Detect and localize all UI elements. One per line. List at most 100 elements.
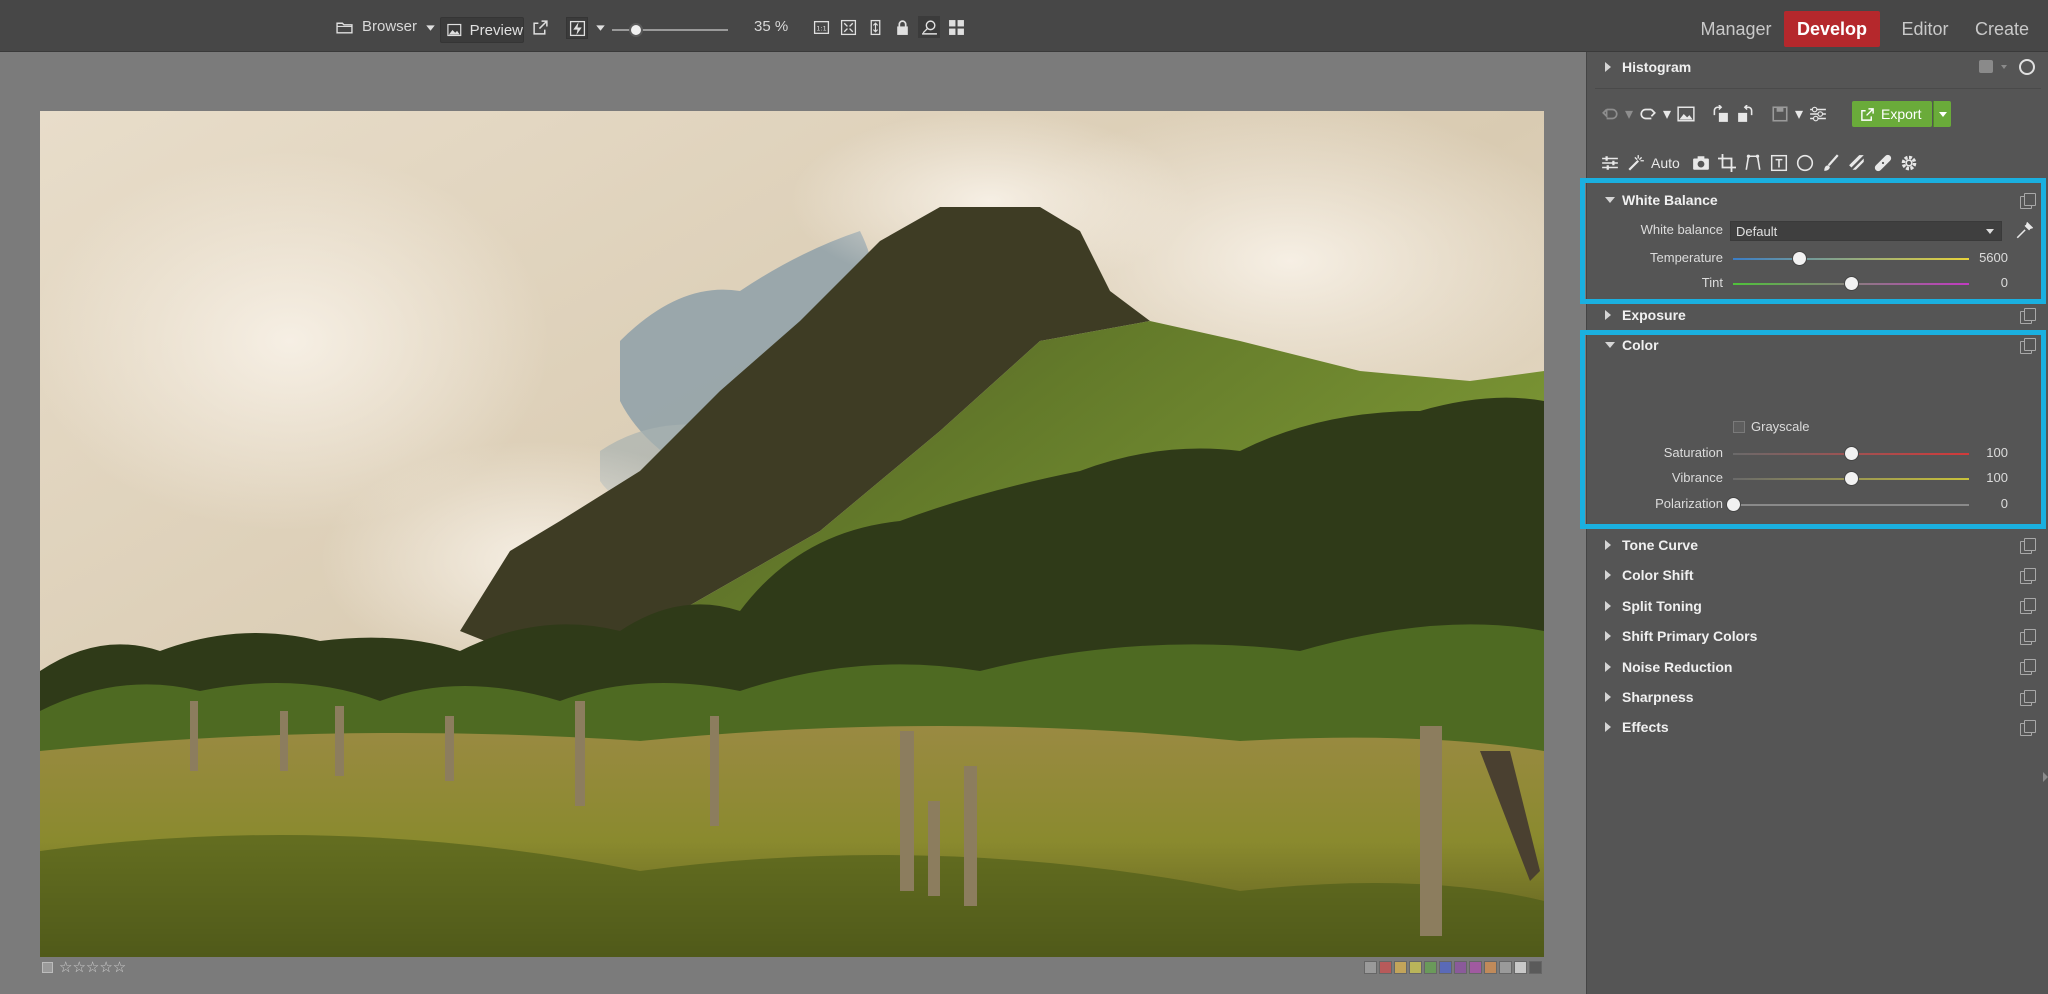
- compare-original-icon[interactable]: [1673, 101, 1699, 127]
- lock-icon[interactable]: [892, 18, 912, 36]
- section-effects[interactable]: Effects: [1587, 712, 2048, 742]
- section-exposure[interactable]: Exposure: [1587, 300, 2048, 330]
- folder-icon[interactable]: [334, 18, 354, 36]
- external-window-icon[interactable]: [530, 18, 550, 36]
- copy-settings-icon[interactable]: [2020, 567, 2036, 584]
- section-label: Exposure: [1622, 307, 1686, 323]
- star-rating[interactable]: ☆☆☆☆☆: [59, 958, 126, 976]
- image-viewer[interactable]: ☆☆☆☆☆: [0, 52, 1586, 994]
- chevron-right-icon: [1605, 570, 1611, 581]
- tools-toolbar: Auto: [1597, 149, 1922, 177]
- color-label-swatch[interactable]: [1514, 961, 1527, 974]
- landscape-photo[interactable]: [40, 111, 1544, 957]
- section-sharpness[interactable]: Sharpness: [1587, 682, 2048, 712]
- chevron-down-icon[interactable]: [420, 18, 440, 36]
- compare-icon[interactable]: [918, 16, 940, 38]
- tab-create[interactable]: Create: [1964, 11, 2040, 47]
- copy-settings-icon[interactable]: [2020, 537, 2036, 554]
- section-label: Histogram: [1622, 59, 1692, 75]
- color-label-swatch[interactable]: [1529, 961, 1542, 974]
- section-split-toning[interactable]: Split Toning: [1587, 591, 2048, 621]
- reject-flag-icon[interactable]: [42, 961, 53, 973]
- section-shift-primary-colors[interactable]: Shift Primary Colors: [1587, 621, 2048, 651]
- color-label-swatch[interactable]: [1439, 961, 1452, 974]
- panel-collapse-handle[interactable]: [2043, 772, 2048, 782]
- copy-settings-icon[interactable]: [2020, 659, 2036, 676]
- preview-button[interactable]: Preview: [440, 17, 524, 43]
- crop-icon[interactable]: [1714, 150, 1740, 176]
- section-label: Noise Reduction: [1622, 658, 1733, 675]
- auto-button[interactable]: Auto: [1651, 155, 1680, 171]
- image-icon: [447, 23, 462, 37]
- adjustments-icon[interactable]: [1597, 150, 1623, 176]
- rotate-left-icon[interactable]: [1707, 101, 1733, 127]
- color-label-swatch[interactable]: [1454, 961, 1467, 974]
- actual-size-icon[interactable]: 1:1: [811, 18, 831, 36]
- color-label-swatch[interactable]: [1469, 961, 1482, 974]
- gradient-filter-icon[interactable]: [1844, 150, 1870, 176]
- copy-settings-icon[interactable]: [2020, 307, 2036, 324]
- zoom-value: 35 %: [754, 17, 789, 35]
- rotate-right-icon[interactable]: [1733, 101, 1759, 127]
- chevron-down-icon[interactable]: ▾: [1623, 101, 1635, 127]
- gear-icon[interactable]: [2019, 59, 2035, 75]
- chevron-right-icon: [1605, 62, 1611, 72]
- history-toolbar: ▾ ▾ ▾: [1597, 100, 1831, 128]
- copy-settings-icon[interactable]: [2020, 719, 2036, 736]
- grid-view-icon[interactable]: [946, 18, 966, 36]
- color-label-swatch[interactable]: [1499, 961, 1512, 974]
- tab-editor[interactable]: Editor: [1884, 11, 1966, 47]
- fit-height-icon[interactable]: [865, 18, 885, 36]
- divider: [1595, 88, 2041, 89]
- copy-settings-icon[interactable]: [2020, 628, 2036, 645]
- gear-icon[interactable]: [1896, 150, 1922, 176]
- perspective-icon[interactable]: [1740, 150, 1766, 176]
- export-dropdown[interactable]: [1933, 101, 1951, 127]
- color-label-picker[interactable]: [1364, 961, 1542, 974]
- chevron-right-icon: [1605, 661, 1611, 672]
- section-histogram[interactable]: Histogram: [1587, 52, 2048, 82]
- color-label-swatch[interactable]: [1379, 961, 1392, 974]
- copy-settings-icon[interactable]: [2020, 598, 2036, 615]
- color-label-swatch[interactable]: [1409, 961, 1422, 974]
- zoom-slider-thumb[interactable]: [629, 23, 644, 37]
- color-label-swatch[interactable]: [1394, 961, 1407, 974]
- redo-icon[interactable]: [1635, 101, 1661, 127]
- section-noise-reduction[interactable]: Noise Reduction: [1587, 652, 2048, 682]
- quick-fix-icon[interactable]: [566, 17, 588, 39]
- export-label: Export: [1881, 106, 1922, 122]
- section-label: Split Toning: [1622, 597, 1702, 614]
- chevron-down-icon[interactable]: ▾: [1793, 101, 1805, 127]
- healing-bandage-icon[interactable]: [1870, 150, 1896, 176]
- brush-icon[interactable]: [1818, 150, 1844, 176]
- section-label: Tone Curve: [1622, 537, 1698, 553]
- copy-settings-icon[interactable]: [2020, 689, 2036, 706]
- text-icon[interactable]: [1766, 150, 1792, 176]
- save-icon[interactable]: [1767, 101, 1793, 127]
- preview-label: Preview: [469, 21, 523, 39]
- camera-icon[interactable]: [1979, 60, 1993, 73]
- chevron-right-icon: [1605, 692, 1611, 702]
- camera-icon[interactable]: [1688, 150, 1714, 176]
- radial-filter-icon[interactable]: [1792, 150, 1818, 176]
- fit-screen-icon[interactable]: [838, 18, 858, 36]
- export-icon: [1861, 107, 1874, 121]
- tab-develop[interactable]: Develop: [1784, 11, 1880, 47]
- color-label-swatch[interactable]: [1364, 961, 1377, 974]
- section-tone-curve[interactable]: Tone Curve: [1587, 530, 2048, 560]
- chevron-right-icon: [1605, 600, 1611, 611]
- color-label-swatch[interactable]: [1424, 961, 1437, 974]
- undo-icon[interactable]: [1597, 101, 1623, 127]
- chevron-down-icon[interactable]: [590, 18, 610, 36]
- chevron-down-icon[interactable]: [2001, 65, 2007, 69]
- export-button[interactable]: Export: [1852, 101, 1932, 127]
- auto-wand-icon[interactable]: [1623, 150, 1649, 176]
- section-color-shift[interactable]: Color Shift: [1587, 560, 2048, 590]
- chevron-down-icon[interactable]: ▾: [1661, 101, 1673, 127]
- browser-button[interactable]: Browser: [362, 0, 417, 52]
- presets-icon[interactable]: [1805, 101, 1831, 127]
- rating-row: ☆☆☆☆☆: [42, 958, 126, 976]
- color-label-swatch[interactable]: [1484, 961, 1497, 974]
- tab-manager[interactable]: Manager: [1686, 11, 1786, 47]
- svg-text:1:1: 1:1: [816, 24, 826, 32]
